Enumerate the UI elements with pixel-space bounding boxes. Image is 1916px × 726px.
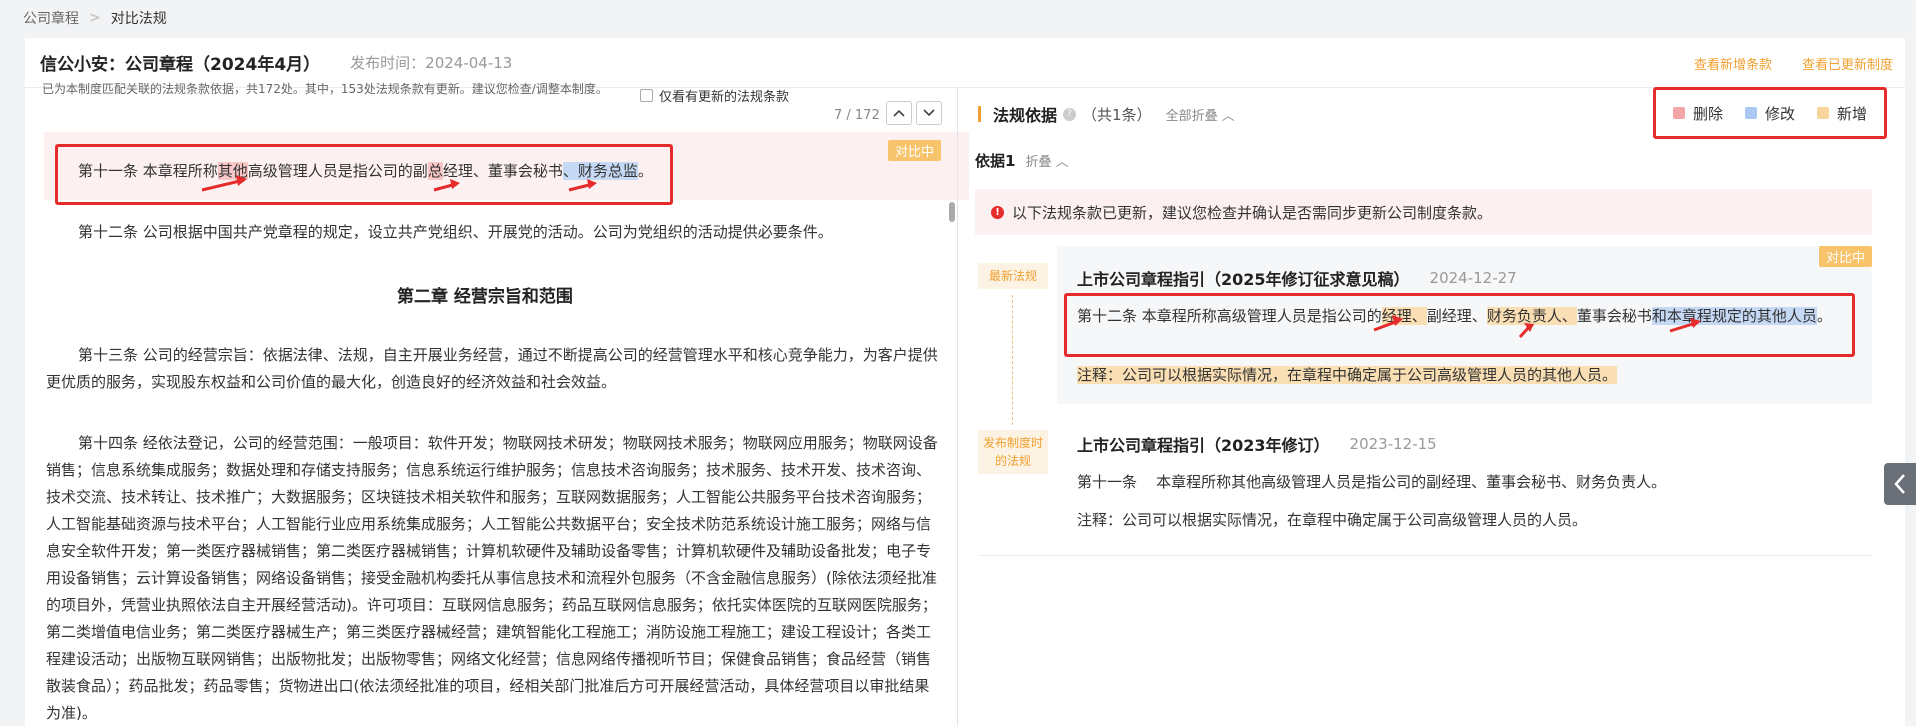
publish-law-clause: 第十一条 本章程所称其他高级管理人员是指公司的副经理、董事会秘书、财务负责人。 [1077, 473, 1667, 491]
match-info-text: 已为本制度匹配关联的法规条款依据，共172处。其中，153处法规条款有更新。建议… [42, 82, 608, 96]
red-arrow-icon [1373, 315, 1403, 332]
legend-delete-swatch [1672, 107, 1685, 119]
side-panel-toggle[interactable] [1884, 463, 1916, 505]
next-clause-button[interactable] [916, 101, 942, 125]
basis-1-header: 依据1 折叠 ︿ [975, 150, 1069, 171]
collapse-all-button[interactable]: 全部折叠 ︿ [1166, 105, 1235, 124]
publish-time: 发布时间：2024-04-13 [350, 54, 513, 72]
publish-law-note: 注释：公司可以根据实际情况，在章程中确定属于公司高级管理人员的人员。 [1077, 511, 1588, 529]
only-updated-checkbox[interactable] [640, 89, 653, 102]
legend-add-swatch [1816, 107, 1829, 119]
legend-modify-swatch [1744, 107, 1757, 119]
only-updated-filter[interactable]: 仅看有更新的法规条款 [640, 86, 789, 105]
comparing-tag: 对比中 [888, 140, 942, 161]
legend-add-label: 新增 [1836, 104, 1867, 123]
latest-law-name[interactable]: 上市公司章程指引（2025年修订征求意见稿） [1077, 266, 1410, 290]
accent-bar [978, 106, 981, 122]
basis-1-label: 依据1 [975, 152, 1016, 170]
breadcrumb: 公司章程 > 对比法规 [23, 8, 167, 28]
breadcrumb-current: 对比法规 [110, 11, 167, 27]
view-new-clauses-link[interactable]: 查看新增条款 [1694, 54, 1772, 73]
prev-clause-button[interactable] [886, 101, 912, 125]
only-updated-label: 仅看有更新的法规条款 [659, 90, 790, 105]
chevron-down-icon [923, 109, 935, 117]
left-scrollbar[interactable] [949, 202, 955, 222]
legend-delete-label: 删除 [1692, 104, 1723, 123]
red-arrow-icon [568, 179, 597, 192]
timeline-connector [1012, 295, 1013, 425]
basis-1-collapse-button[interactable]: 折叠 ︿ [1025, 151, 1068, 170]
pager-counter: 7 / 172 [834, 108, 880, 123]
red-arrow-icon [1518, 323, 1534, 339]
section-divider [978, 555, 1872, 556]
basis-title: 法规依据 [993, 106, 1058, 125]
article-14[interactable]: 第十四条 经依法登记，公司的经营范围：一般项目：软件开发；物联网技术研发；物联网… [46, 430, 941, 726]
article-13[interactable]: 第十三条 公司的经营宗旨：依据法律、法规，自主开展业务经营，通过不断提高公司的经… [46, 342, 941, 396]
legend-add: 新增 [1816, 103, 1867, 124]
legend-modify: 修改 [1744, 103, 1795, 124]
alert-icon: ! [991, 205, 1004, 219]
publish-law-date: 2023-12-15 [1349, 435, 1437, 453]
latest-law-note: 注释：公司可以根据实际情况，在章程中确定属于公司高级管理人员的其他人员。 [1077, 362, 1867, 389]
chevron-up-icon [893, 109, 905, 117]
red-arrow-icon [433, 179, 460, 192]
comparing-tag: 对比中 [1818, 246, 1872, 267]
red-arrow-icon [201, 175, 247, 192]
publish-law-name[interactable]: 上市公司章程指引（2023年修订） [1077, 432, 1330, 456]
annotation-box-left [55, 144, 673, 205]
view-updated-policies-link[interactable]: 查看已更新制度 [1802, 54, 1893, 73]
annotation-box-right [1064, 293, 1855, 357]
article-12[interactable]: 第十二条 公司根据中国共产党章程的规定，设立共产党组织、开展党的活动。公司为党组… [78, 219, 958, 246]
law-at-publish-tag: 发布制度时的法规 [978, 430, 1048, 474]
publish-law-card: 上市公司章程指引（2023年修订） 2023-12-15 第十一条 本章程所称其… [1057, 422, 1872, 552]
help-icon[interactable]: ? [1063, 107, 1077, 121]
chapter-heading: 第二章 经营宗旨和范围 [397, 287, 573, 307]
update-alert: ! 以下法规条款已更新，建议您检查并确认是否需同步更新公司制度条款。 [975, 189, 1872, 235]
pane-divider [957, 88, 958, 726]
basis-count: （共1条） [1082, 105, 1152, 124]
alert-text: 以下法规条款已更新，建议您检查并确认是否需同步更新公司制度条款。 [1012, 203, 1493, 222]
breadcrumb-parent[interactable]: 公司章程 [23, 8, 79, 28]
red-arrow-icon [1669, 318, 1701, 333]
breadcrumb-separator: > [89, 10, 101, 26]
latest-law-note-text: 注释：公司可以根据实际情况，在章程中确定属于公司高级管理人员的其他人员。 [1077, 366, 1618, 384]
legend-delete: 删除 [1672, 103, 1723, 124]
diff-legend: 删除 修改 新增 [1653, 87, 1887, 139]
latest-law-tag: 最新法规 [978, 263, 1048, 289]
page-title: 信公小安：公司章程（2024年4月） [40, 55, 321, 75]
latest-law-date: 2024-12-27 [1429, 269, 1517, 287]
legend-modify-label: 修改 [1764, 104, 1795, 123]
chevron-left-icon [1894, 474, 1905, 494]
basis-header: 法规依据 ? （共1条） 全部折叠 ︿ [978, 102, 1235, 126]
